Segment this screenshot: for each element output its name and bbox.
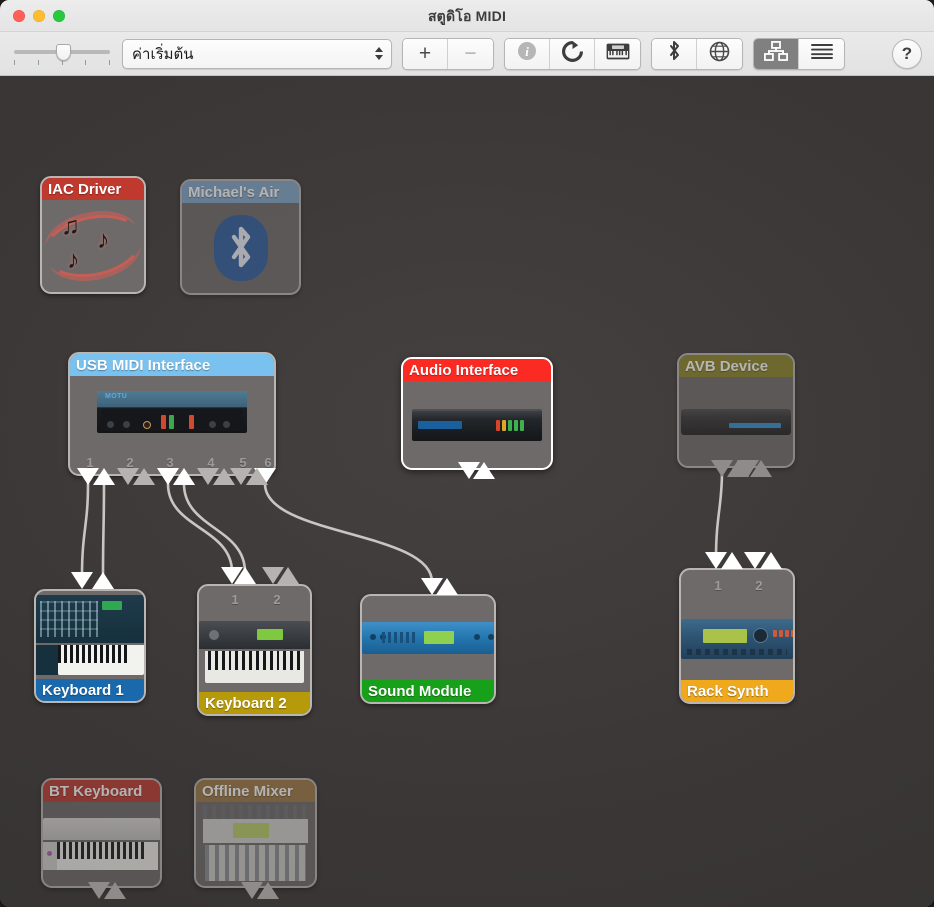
list-view-button[interactable] [799,39,844,69]
remove-device-button[interactable]: − [448,39,493,69]
rescan-midi-button[interactable] [550,39,595,69]
bluetooth-button[interactable] [652,39,697,69]
port-in-connector[interactable] [750,460,772,477]
device-avb-device[interactable]: AVB Device [677,353,795,468]
chevron-updown-icon [375,40,383,68]
device-usb-midi-interface[interactable]: USB MIDI Interface MOTU 1 2 3 [68,352,276,476]
configuration-popup-value: ค่าเริ่มต้น [123,42,194,66]
port-in-connector[interactable] [133,468,155,485]
device-keyboard-1[interactable]: Keyboard 1 [34,589,146,703]
midi-graph-canvas[interactable]: IAC Driver ♫ ♪ ♪ Michael's Air [0,76,934,907]
device-label: AVB Device [679,355,793,377]
rack-synth-art [681,598,793,680]
port-in-connector[interactable] [721,552,743,569]
zoom-slider[interactable] [12,39,112,69]
port-in-connector[interactable] [234,567,256,584]
device-label: Rack Synth [681,680,793,702]
graph-view-button[interactable] [754,39,799,69]
port-in-connector[interactable] [93,468,115,485]
rack-module-art [362,596,494,680]
zoom-slider-ticks [14,60,110,66]
device-bt-keyboard[interactable]: BT Keyboard [41,778,162,888]
minus-icon: − [464,43,476,64]
mixer-art [196,802,315,886]
device-offline-mixer[interactable]: Offline Mixer [194,778,317,888]
window-title: สตูดิโอ MIDI [0,6,934,28]
port-in-connector[interactable] [257,882,279,899]
studio-midi-window: สตูดิโอ MIDI ค่าเริ่มต้น + − [0,0,934,907]
midi-notes-icon: ♫ ♪ ♪ [42,200,144,292]
view-mode-group [753,38,845,70]
refresh-icon [562,41,583,67]
digital-piano-art [199,612,310,692]
plus-icon: + [419,43,431,64]
device-label: USB MIDI Interface [70,354,274,376]
svg-text:i: i [525,44,529,59]
hierarchy-icon [764,41,788,66]
configuration-popup[interactable]: ค่าเริ่มต้น [122,39,392,69]
port-in-connector[interactable] [92,572,114,589]
device-actions-group: i [504,38,641,70]
port-in-connector[interactable] [173,468,195,485]
device-keyboard-2[interactable]: 1 2 Keyboard 2 [197,584,312,716]
device-rack-synth[interactable]: 1 2 Rack Synth [679,568,795,704]
device-label: Offline Mixer [196,780,315,802]
device-michaels-air[interactable]: Michael's Air [180,179,301,295]
port-number: 1 [714,578,721,593]
device-label: Michael's Air [182,181,299,203]
network-button[interactable] [697,39,742,69]
port-in-connector[interactable] [436,578,458,595]
device-sound-module[interactable]: Sound Module [360,594,496,704]
bt-keyboard-art [43,802,160,886]
info-icon: i [517,41,537,66]
toolbar: ค่าเริ่มต้น + − i [0,32,934,76]
wireless-group [651,38,743,70]
device-label: Sound Module [362,680,494,702]
synth-keyboard-art [36,591,144,679]
device-label: BT Keyboard [43,780,160,802]
port-in-connector[interactable] [104,882,126,899]
port-number: 2 [755,578,762,593]
port-in-connector[interactable] [760,552,782,569]
port-in-connector[interactable] [473,462,495,479]
device-info-button[interactable]: i [505,39,550,69]
port-number: 2 [273,592,280,607]
audio-interface-art [403,381,551,468]
test-setup-button[interactable] [595,39,640,69]
device-label: Keyboard 1 [36,679,144,701]
avb-art [679,377,793,466]
port-number: 1 [231,592,238,607]
port-in-connector[interactable] [246,468,268,485]
help-button[interactable]: ? [892,39,922,69]
keyboard-icon [606,43,630,65]
add-remove-group: + − [402,38,494,70]
device-iac-driver[interactable]: IAC Driver ♫ ♪ ♪ [40,176,146,294]
port-in-connector[interactable] [277,567,299,584]
midi-interface-art: MOTU [70,376,274,448]
device-label: Keyboard 2 [199,692,310,714]
device-audio-interface[interactable]: Audio Interface [401,357,553,470]
device-label: Audio Interface [403,359,551,381]
bluetooth-icon [667,40,681,67]
device-label: IAC Driver [42,178,144,200]
window-titlebar: สตูดิโอ MIDI [0,0,934,32]
question-icon: ? [902,44,912,64]
globe-icon [709,41,730,67]
list-icon [811,43,833,64]
bluetooth-icon [182,203,299,293]
port-out-connector[interactable] [71,572,93,589]
add-device-button[interactable]: + [403,39,448,69]
zoom-slider-knob[interactable] [56,44,71,61]
